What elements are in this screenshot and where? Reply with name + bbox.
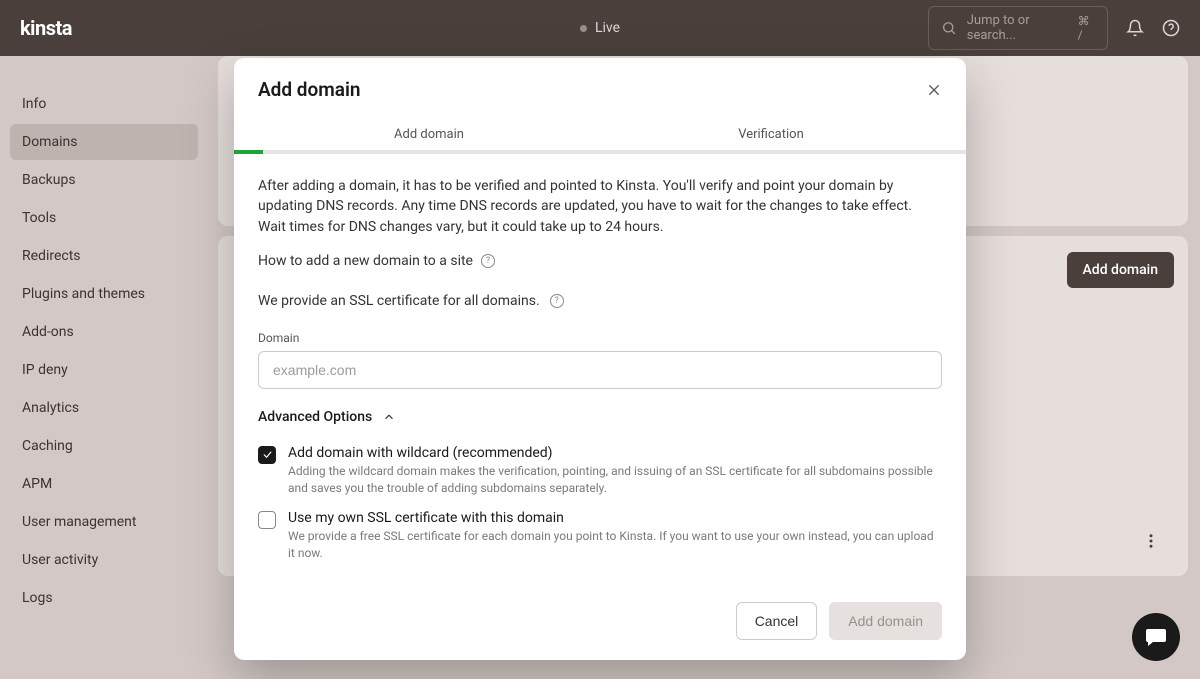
global-search[interactable]: Jump to or search... ⌘ / bbox=[928, 6, 1108, 50]
step-add-domain: Add domain bbox=[258, 127, 600, 142]
modal-intro-text: After adding a domain, it has to be veri… bbox=[258, 176, 942, 237]
topbar: kinsta Live Jump to or search... ⌘ / bbox=[0, 0, 1200, 56]
own-ssl-checkbox[interactable] bbox=[258, 511, 276, 529]
notifications-button[interactable] bbox=[1126, 19, 1144, 37]
sidebar-item-apm[interactable]: APM bbox=[10, 466, 198, 502]
help-icon bbox=[1162, 19, 1180, 37]
question-icon[interactable]: ? bbox=[550, 294, 564, 308]
own-ssl-option-desc: We provide a free SSL certificate for ea… bbox=[288, 528, 942, 562]
sidebar-item-tools[interactable]: Tools bbox=[10, 200, 198, 236]
sidebar-item-addons[interactable]: Add-ons bbox=[10, 314, 198, 350]
modal-title: Add domain bbox=[258, 78, 361, 101]
step-progress-track bbox=[234, 150, 966, 154]
kebab-icon bbox=[1142, 532, 1160, 550]
env-indicator: Live bbox=[580, 20, 620, 36]
sidebar: Info Domains Backups Tools Redirects Plu… bbox=[0, 56, 208, 679]
cancel-button[interactable]: Cancel bbox=[736, 602, 818, 640]
how-to-link-label: How to add a new domain to a site bbox=[258, 253, 473, 269]
own-ssl-option-title: Use my own SSL certificate with this dom… bbox=[288, 510, 942, 526]
wildcard-checkbox[interactable] bbox=[258, 446, 276, 464]
close-icon bbox=[926, 82, 942, 98]
check-icon bbox=[262, 449, 273, 460]
env-label: Live bbox=[595, 20, 620, 36]
support-chat-button[interactable] bbox=[1132, 613, 1180, 661]
sidebar-item-user-activity[interactable]: User activity bbox=[10, 542, 198, 578]
logo: kinsta bbox=[20, 16, 72, 40]
how-to-link[interactable]: How to add a new domain to a site ? bbox=[258, 253, 942, 269]
close-modal-button[interactable] bbox=[926, 82, 942, 98]
sidebar-item-user-management[interactable]: User management bbox=[10, 504, 198, 540]
wildcard-option-desc: Adding the wildcard domain makes the ver… bbox=[288, 463, 942, 497]
sidebar-item-caching[interactable]: Caching bbox=[10, 428, 198, 464]
sidebar-item-plugins-themes[interactable]: Plugins and themes bbox=[10, 276, 198, 312]
bell-icon bbox=[1126, 19, 1144, 37]
question-icon: ? bbox=[481, 254, 495, 268]
add-domain-button-bg[interactable]: Add domain bbox=[1067, 252, 1174, 288]
sidebar-item-domains[interactable]: Domains bbox=[10, 124, 198, 160]
sidebar-item-ipdeny[interactable]: IP deny bbox=[10, 352, 198, 388]
domain-field-label: Domain bbox=[258, 331, 942, 345]
sidebar-item-analytics[interactable]: Analytics bbox=[10, 390, 198, 426]
sidebar-item-redirects[interactable]: Redirects bbox=[10, 238, 198, 274]
sidebar-item-logs[interactable]: Logs bbox=[10, 580, 198, 616]
search-placeholder: Jump to or search... bbox=[967, 13, 1068, 43]
wildcard-option-title: Add domain with wildcard (recommended) bbox=[288, 445, 942, 461]
step-verification: Verification bbox=[600, 127, 942, 142]
sidebar-item-info[interactable]: Info bbox=[10, 86, 198, 122]
advanced-options-label: Advanced Options bbox=[258, 409, 372, 425]
ssl-note-text: We provide an SSL certificate for all do… bbox=[258, 293, 540, 309]
modal-steps: Add domain Verification bbox=[234, 121, 966, 150]
step-progress-fill bbox=[234, 150, 263, 154]
row-actions-button[interactable] bbox=[1142, 532, 1160, 550]
add-domain-submit-button[interactable]: Add domain bbox=[829, 602, 942, 640]
advanced-options-toggle[interactable]: Advanced Options bbox=[258, 409, 942, 425]
search-icon bbox=[941, 19, 957, 37]
add-domain-modal: Add domain Add domain Verification After… bbox=[234, 58, 966, 660]
chevron-up-icon bbox=[382, 410, 396, 424]
chat-icon bbox=[1144, 625, 1168, 649]
domain-input[interactable] bbox=[258, 351, 942, 389]
sidebar-item-backups[interactable]: Backups bbox=[10, 162, 198, 198]
search-shortcut: ⌘ / bbox=[1078, 14, 1095, 42]
help-button[interactable] bbox=[1162, 19, 1180, 37]
live-dot-icon bbox=[580, 25, 587, 32]
